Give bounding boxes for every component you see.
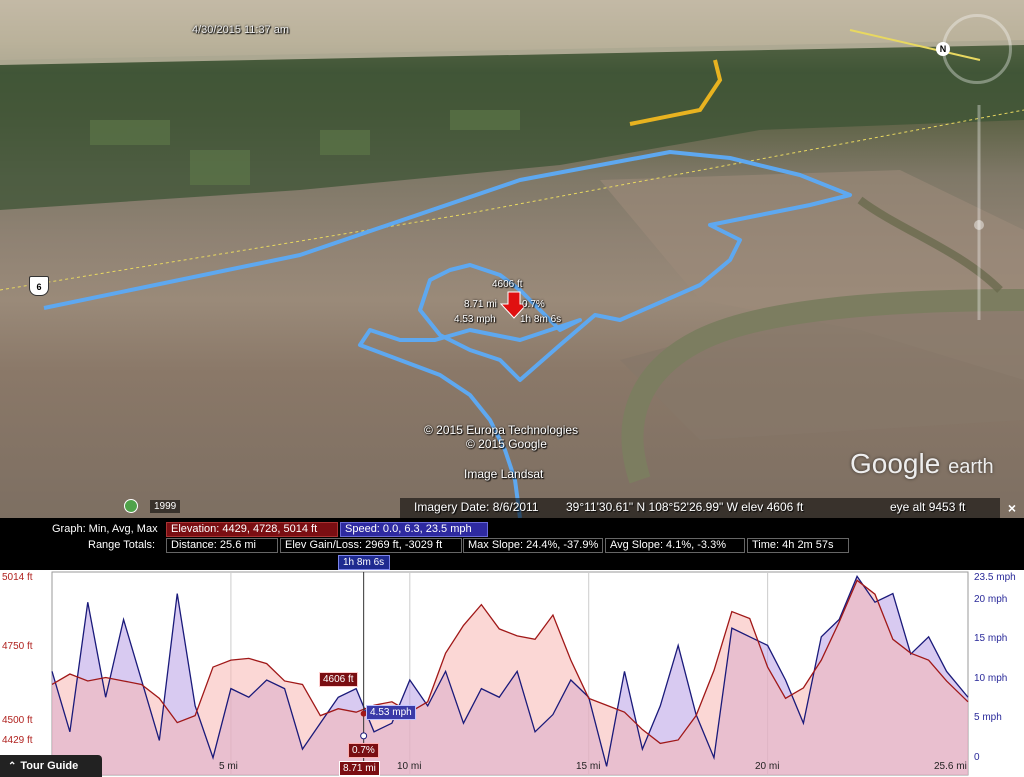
- y-right-tick: 20 mph: [974, 594, 1008, 605]
- time-stat: Time: 4h 2m 57s: [747, 538, 849, 553]
- cursor-speed-point: [360, 732, 368, 740]
- x-tick: 20 mi: [755, 761, 780, 772]
- y-right-tick: 15 mph: [974, 633, 1008, 644]
- us-route-shield: 6: [29, 276, 49, 296]
- tooltip-distance: 8.71 mi: [464, 299, 497, 310]
- copyright-landsat: Image Landsat: [464, 467, 544, 481]
- cursor-distance-label: 8.71 mi: [339, 761, 380, 776]
- profile-header: Graph: Min, Avg, Max Range Totals: Eleva…: [0, 518, 1024, 570]
- elevation-gain-loss-stat: Elev Gain/Loss: 2969 ft, -3029 ft: [280, 538, 462, 553]
- north-up-button[interactable]: N: [936, 42, 950, 56]
- y-left-tick: 4750 ft: [2, 641, 33, 652]
- y-left-tick: 4429 ft: [2, 735, 33, 746]
- eye-altitude: eye alt 9453 ft: [890, 500, 966, 514]
- map-viewport[interactable]: 4/30/2015 11:37 am 6 4606 ft 8.71 mi 0.7…: [0, 0, 1024, 518]
- y-right-tick: 5 mph: [974, 712, 1002, 723]
- tooltip-slope: 0.7%: [522, 299, 545, 310]
- cursor-slope-label: 0.7%: [348, 743, 379, 758]
- distance-stat: Distance: 25.6 mi: [166, 538, 278, 553]
- range-totals-label: Range Totals:: [88, 539, 156, 551]
- graph-label: Graph: Min, Avg, Max: [52, 523, 158, 535]
- elevation-profile-panel: Graph: Min, Avg, Max Range Totals: Eleva…: [0, 518, 1024, 777]
- elevation-stats-chip[interactable]: Elevation: 4429, 4728, 5014 ft: [166, 522, 338, 537]
- y-right-tick: 0: [974, 752, 980, 763]
- profile-chart[interactable]: [0, 570, 1024, 777]
- close-profile-button[interactable]: ×: [1004, 500, 1020, 516]
- tooltip-time: 1h 8m 6s: [520, 314, 562, 325]
- y-right-tick: 10 mph: [974, 673, 1008, 684]
- historical-imagery-year[interactable]: 1999: [150, 500, 181, 513]
- x-tick: 25.6 mi: [934, 761, 967, 772]
- y-right-tick: 23.5 mph: [974, 572, 1016, 583]
- speed-stats-chip[interactable]: Speed: 0.0, 6.3, 23.5 mph: [340, 522, 488, 537]
- avg-slope-stat: Avg Slope: 4.1%, -3.3%: [605, 538, 745, 553]
- x-tick: 10 mi: [397, 761, 422, 772]
- google-earth-logo: Google earth: [850, 448, 994, 480]
- historical-imagery-icon[interactable]: [124, 499, 138, 513]
- cursor-elevation-label: 4606 ft: [319, 672, 358, 687]
- copyright-europa: © 2015 Europa Technologies: [424, 423, 579, 437]
- tour-guide-button[interactable]: ⌃ Tour Guide: [0, 755, 102, 777]
- cursor-speed-label: 4.53 mph: [366, 705, 416, 720]
- tour-timestamp: 4/30/2015 11:37 am: [192, 24, 290, 36]
- x-tick: 5 mi: [219, 761, 238, 772]
- copyright-google: © 2015 Google: [466, 437, 547, 451]
- tour-guide-label: Tour Guide: [20, 760, 79, 772]
- max-slope-stat: Max Slope: 24.4%, -37.9%: [463, 538, 603, 553]
- chevron-up-icon: ⌃: [8, 761, 17, 772]
- imagery-date: Imagery Date: 8/6/2011: [414, 500, 539, 514]
- brand-sub: earth: [948, 456, 994, 478]
- brand-main: Google: [850, 448, 941, 479]
- navigation-ring-icon[interactable]: [942, 14, 1012, 84]
- y-left-tick: 5014 ft: [2, 572, 33, 583]
- y-left-tick: 4500 ft: [2, 715, 33, 726]
- tooltip-elevation: 4606 ft: [492, 279, 523, 290]
- cursor-time-label: 1h 8m 6s: [338, 555, 390, 570]
- tooltip-speed: 4.53 mph: [454, 314, 496, 325]
- x-tick: 15 mi: [576, 761, 601, 772]
- pointer-coordinates: 39°11'30.61" N 108°52'26.99" W elev 4606…: [566, 500, 804, 514]
